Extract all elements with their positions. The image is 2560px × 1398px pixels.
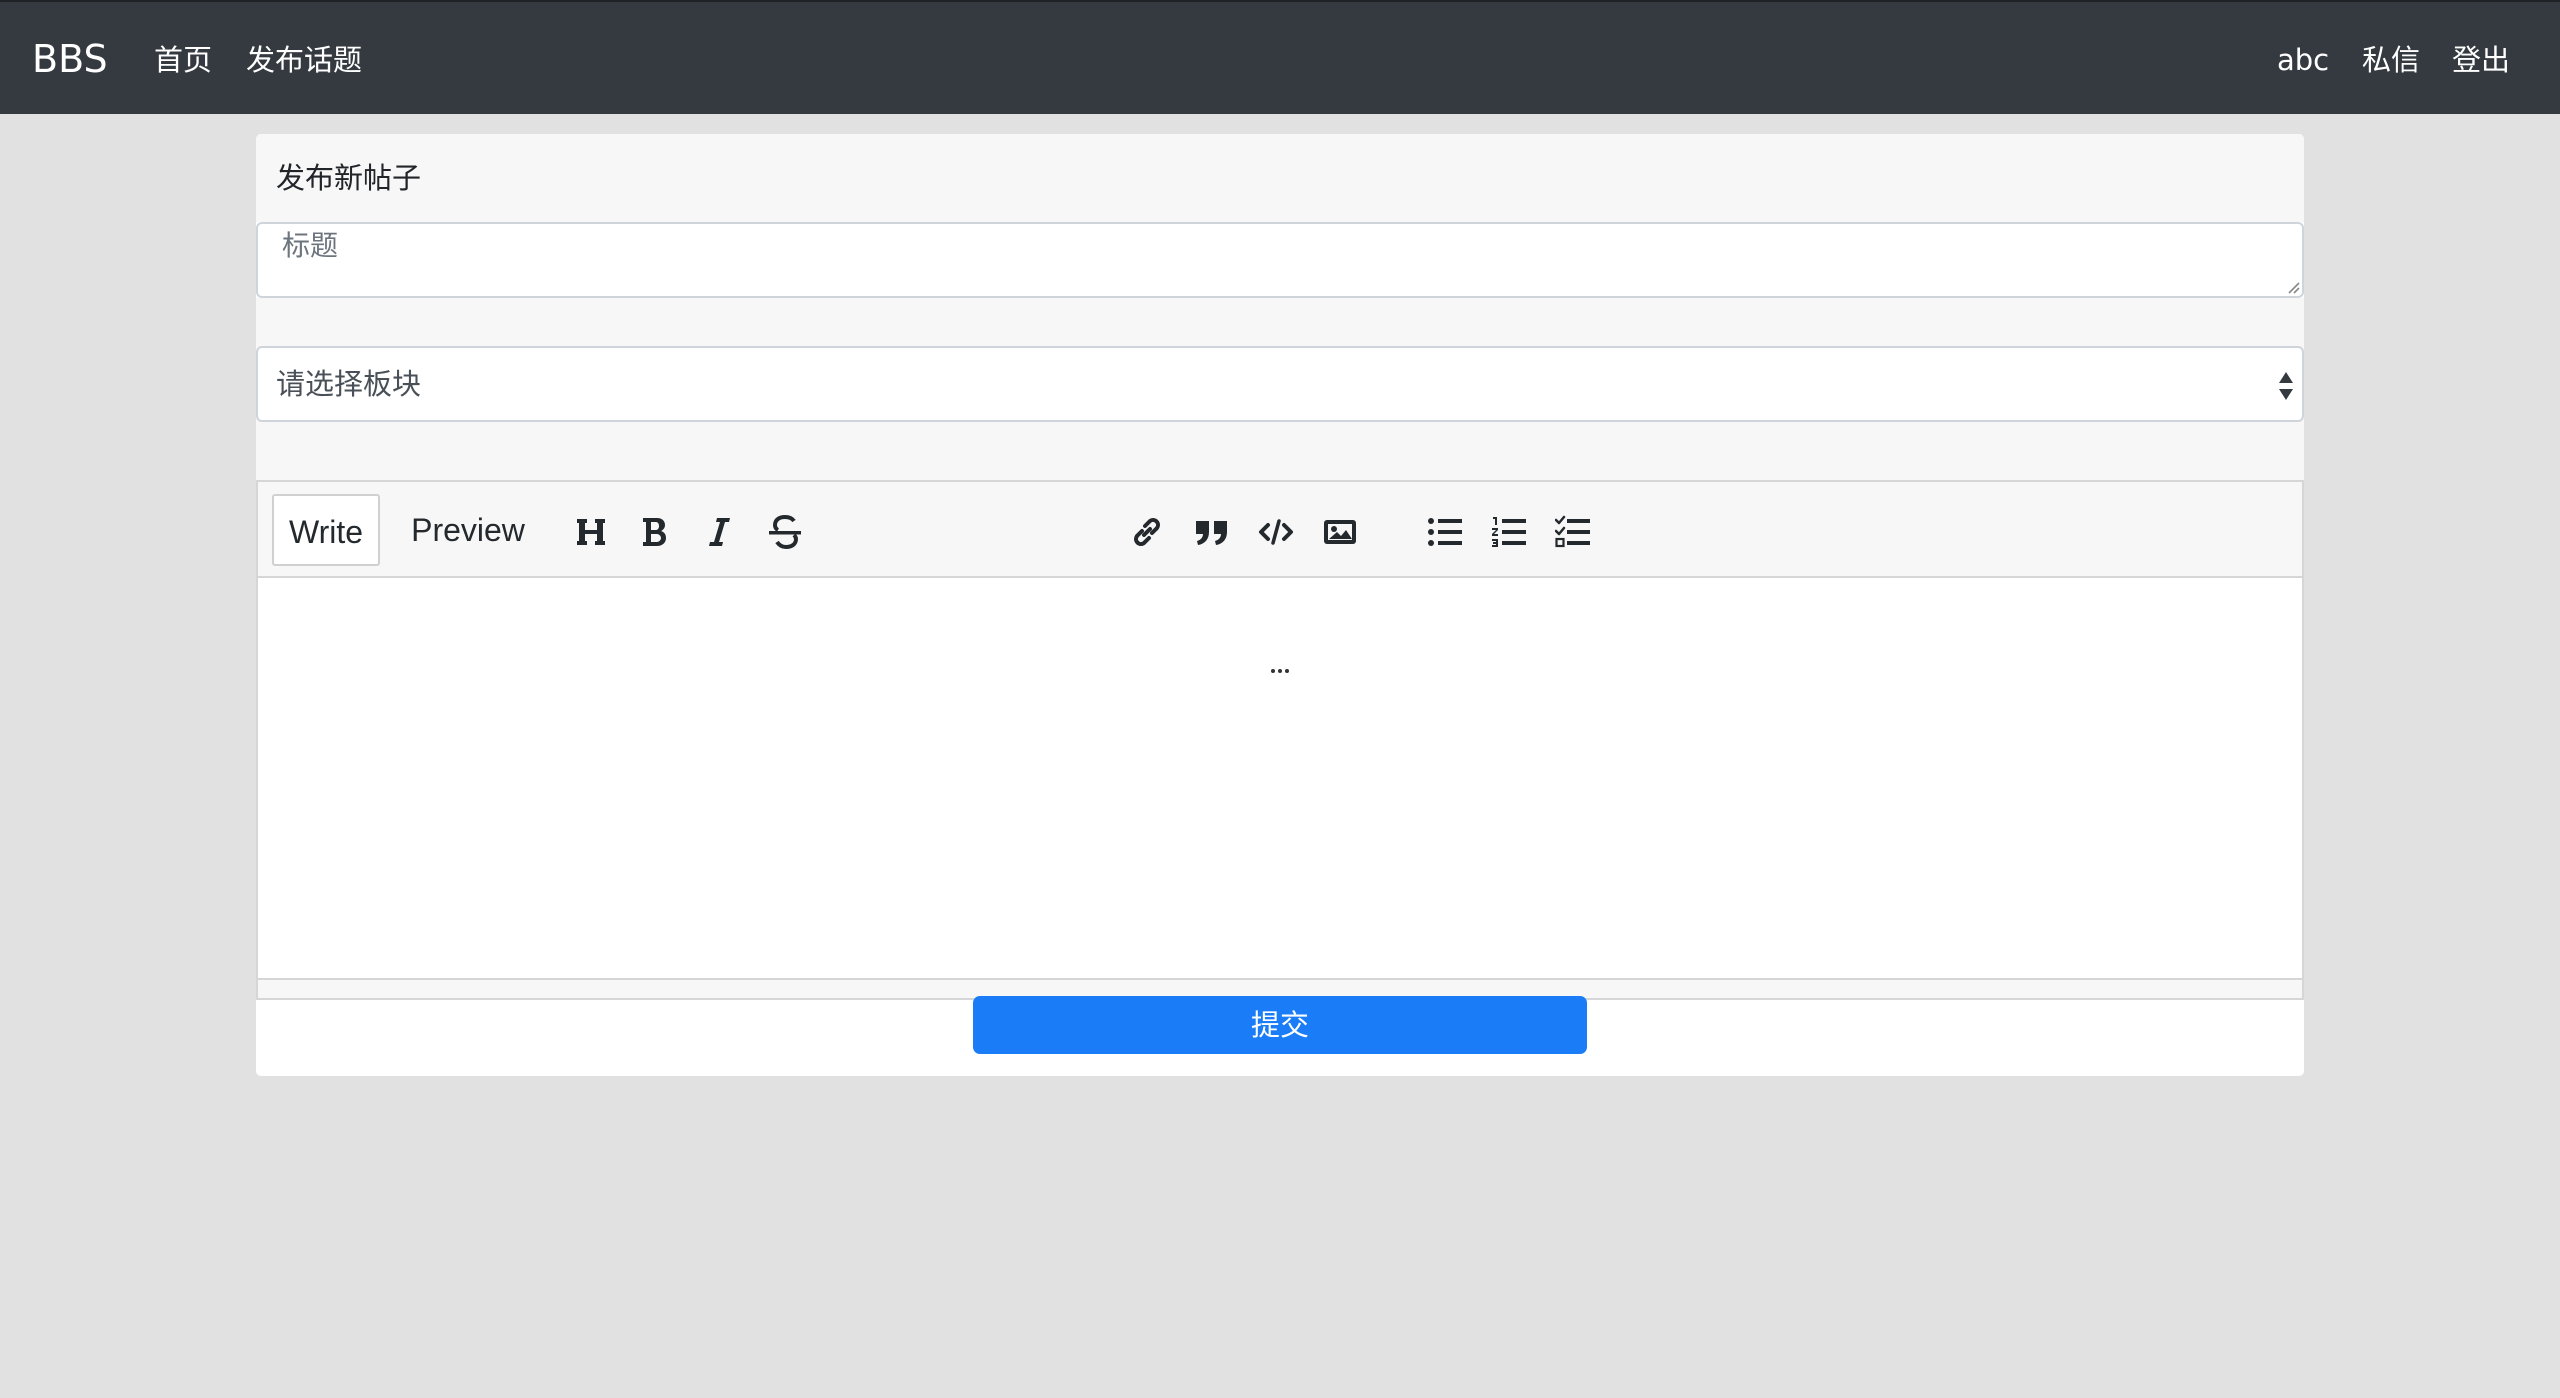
card-header: 发布新帖子: [256, 134, 2304, 222]
nav-link-logout[interactable]: 登出: [2452, 40, 2510, 80]
brand-link[interactable]: BBS: [32, 36, 108, 82]
unordered-list-icon[interactable]: [1425, 512, 1465, 552]
tab-preview[interactable]: Preview: [394, 494, 542, 566]
nav-link-messages[interactable]: 私信: [2362, 40, 2420, 80]
category-select[interactable]: 请选择板块: [256, 346, 2304, 422]
resize-grip-icon[interactable]: [2286, 280, 2300, 294]
card-title: 发布新帖子: [276, 161, 422, 195]
link-icon[interactable]: [1127, 512, 1167, 552]
nav-link-post-topic[interactable]: 发布话题: [246, 40, 362, 80]
italic-icon[interactable]: [700, 512, 740, 552]
new-post-card: 发布新帖子 请选择板块 Write Preview: [256, 134, 2304, 1076]
strikethrough-icon[interactable]: [765, 512, 805, 552]
heading-icon[interactable]: [571, 512, 611, 552]
title-input[interactable]: [256, 222, 2304, 298]
task-list-icon[interactable]: [1553, 512, 1593, 552]
category-select-value: 请选择板块: [276, 367, 422, 401]
code-icon[interactable]: [1256, 512, 1296, 552]
drag-handle-icon: [1271, 669, 1289, 673]
markdown-editor: Write Preview: [256, 480, 2304, 1010]
submit-button[interactable]: 提交: [973, 996, 1587, 1054]
top-navbar: BBS 首页 发布话题 abc 私信 登出: [0, 0, 2560, 114]
editor-textarea[interactable]: [256, 578, 2304, 978]
image-icon[interactable]: [1320, 512, 1360, 552]
tab-write[interactable]: Write: [272, 494, 380, 566]
nav-link-user[interactable]: abc: [2277, 40, 2329, 80]
editor-toolbar: Write Preview: [256, 480, 2304, 578]
quote-icon[interactable]: [1192, 512, 1232, 552]
select-arrows-icon: [2279, 372, 2293, 400]
nav-link-home[interactable]: 首页: [154, 40, 212, 80]
ordered-list-icon[interactable]: [1489, 512, 1529, 552]
bold-icon[interactable]: [635, 512, 675, 552]
